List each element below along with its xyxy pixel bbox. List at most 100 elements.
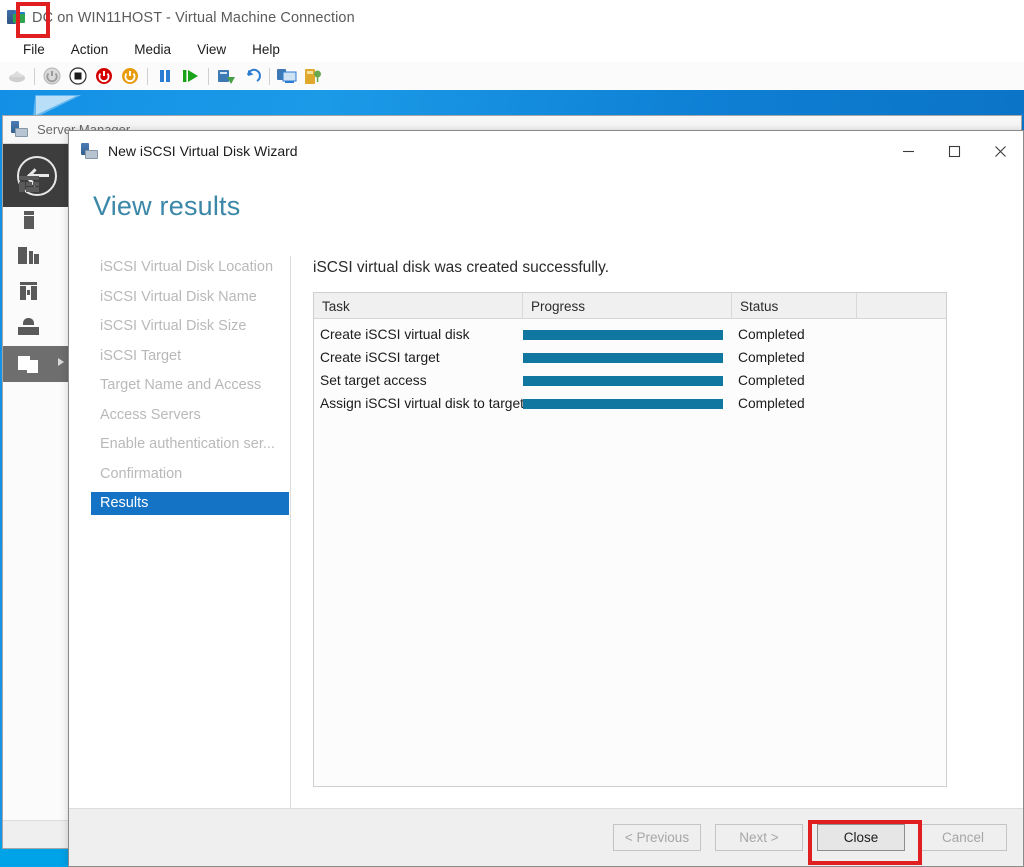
pause-icon[interactable] — [152, 64, 178, 88]
cell-task: Create iSCSI virtual disk — [320, 327, 470, 342]
menu-item-action[interactable]: Action — [58, 40, 122, 59]
ctrl-alt-delete-icon[interactable] — [4, 64, 30, 88]
vm-titlebar: DC on WIN11HOST - Virtual Machine Connec… — [0, 0, 1024, 36]
sidebar-item-file-and-storage-services[interactable] — [3, 346, 71, 382]
wizard-window-controls — [885, 131, 1023, 171]
wizard-step-iscsi-virtual-disk-location[interactable]: iSCSI Virtual Disk Location — [91, 256, 289, 279]
virtual-machine-connection-window: DC on WIN11HOST - Virtual Machine Connec… — [0, 0, 1024, 867]
resume-icon[interactable] — [178, 64, 204, 88]
results-table: Task Progress Status Create iSCSI virtua… — [313, 292, 947, 787]
ad-ds-icon — [18, 282, 40, 302]
dashboard-icon — [18, 174, 40, 194]
wizard-titlebar: New iSCSI Virtual Disk Wizard — [69, 131, 1023, 171]
toolbar-separator — [147, 67, 148, 85]
all-servers-icon — [18, 246, 40, 266]
sidebar-item-ad-ds[interactable] — [3, 274, 71, 310]
wizard-main-pane: iSCSI virtual disk was created successfu… — [313, 259, 1011, 787]
progress-bar-fill — [523, 398, 723, 409]
wallpaper-shape-highlight — [36, 96, 76, 115]
progress-bar-track — [523, 398, 723, 409]
column-header-empty[interactable] — [857, 293, 946, 319]
wizard-step-iscsi-virtual-disk-size[interactable]: iSCSI Virtual Disk Size — [91, 315, 289, 338]
cell-status: Completed — [738, 327, 805, 342]
wizard-step-access-servers[interactable]: Access Servers — [91, 404, 289, 427]
table-row[interactable]: Set target access Completed — [314, 369, 946, 392]
cell-progress — [523, 323, 732, 346]
menu-item-view[interactable]: View — [184, 40, 239, 59]
checkpoint-icon[interactable] — [213, 64, 239, 88]
menu-item-file[interactable]: File — [10, 40, 58, 59]
enhanced-session-icon[interactable] — [274, 64, 300, 88]
table-row[interactable]: Create iSCSI target Completed — [314, 346, 946, 369]
wizard-footer: < Previous Next > Close Cancel — [69, 808, 1023, 866]
start-icon[interactable] — [117, 64, 143, 88]
table-row[interactable]: Assign iSCSI virtual disk to target Comp… — [314, 392, 946, 415]
vm-menubar: File Action Media View Help — [0, 36, 1024, 62]
cell-status: Completed — [738, 373, 805, 388]
vm-title-text: DC on WIN11HOST - Virtual Machine Connec… — [32, 10, 355, 26]
settings-icon[interactable] — [300, 64, 326, 88]
column-header-status[interactable]: Status — [732, 293, 857, 319]
cell-status: Completed — [738, 396, 805, 411]
progress-bar-track — [523, 352, 723, 363]
progress-bar-fill — [523, 375, 723, 386]
previous-button[interactable]: < Previous — [613, 824, 701, 851]
cell-progress — [523, 392, 732, 415]
cell-progress — [523, 369, 732, 392]
minimize-icon[interactable] — [885, 131, 931, 171]
local-server-icon — [18, 210, 40, 230]
wizard-step-results[interactable]: Results — [91, 492, 289, 515]
sidebar-item-dashboard[interactable] — [3, 166, 71, 202]
sidebar-item-local-server[interactable] — [3, 202, 71, 238]
menu-item-help[interactable]: Help — [239, 40, 293, 59]
virtual-machine-icon — [6, 9, 26, 27]
power-off-icon[interactable] — [39, 64, 65, 88]
page-title: View results — [93, 191, 241, 221]
column-header-progress[interactable]: Progress — [523, 293, 732, 319]
table-row[interactable]: Create iSCSI virtual disk Completed — [314, 323, 946, 346]
next-button[interactable]: Next > — [715, 824, 803, 851]
vm-toolbar — [0, 62, 1024, 90]
wizard-step-confirmation[interactable]: Confirmation — [91, 463, 289, 486]
close-button-wrapper: Close — [803, 824, 905, 851]
cell-status: Completed — [738, 350, 805, 365]
cell-progress — [523, 346, 732, 369]
revert-icon[interactable] — [239, 64, 265, 88]
sidebar-item-all-servers[interactable] — [3, 238, 71, 274]
progress-bar-fill — [523, 329, 723, 340]
close-button[interactable]: Close — [817, 824, 905, 851]
toolbar-separator — [208, 67, 209, 85]
results-table-header: Task Progress Status — [314, 293, 946, 319]
chevron-right-icon — [58, 358, 64, 366]
cell-task: Assign iSCSI virtual disk to target — [320, 396, 523, 411]
file-and-storage-services-icon — [18, 354, 40, 374]
shut-down-icon[interactable] — [65, 64, 91, 88]
sidebar-item-dns[interactable] — [3, 310, 71, 346]
wizard-step-target-name-and-access[interactable]: Target Name and Access — [91, 374, 289, 397]
iscsi-wizard-icon — [81, 142, 99, 160]
wizard-title-text: New iSCSI Virtual Disk Wizard — [108, 143, 298, 159]
wizard-step-iscsi-virtual-disk-name[interactable]: iSCSI Virtual Disk Name — [91, 286, 289, 309]
server-manager-icon — [11, 121, 29, 138]
close-icon[interactable] — [977, 131, 1023, 171]
progress-bar-track — [523, 329, 723, 340]
toolbar-separator — [269, 67, 270, 85]
toolbar-separator — [34, 67, 35, 85]
wizard-step-enable-authentication[interactable]: Enable authentication ser... — [91, 433, 289, 456]
cancel-button[interactable]: Cancel — [919, 824, 1007, 851]
maximize-icon[interactable] — [931, 131, 977, 171]
server-manager-nav-rail — [3, 144, 71, 848]
column-header-task[interactable]: Task — [314, 293, 523, 319]
progress-bar-fill — [523, 352, 723, 363]
cell-task: Create iSCSI target — [320, 350, 440, 365]
dns-icon — [18, 318, 40, 338]
wizard-step-iscsi-target[interactable]: iSCSI Target — [91, 345, 289, 368]
new-iscsi-virtual-disk-wizard-dialog: New iSCSI Virtual Disk Wizard View resul… — [68, 130, 1024, 867]
wizard-body: iSCSI Virtual Disk Location iSCSI Virtua… — [69, 241, 1023, 866]
menu-item-media[interactable]: Media — [121, 40, 184, 59]
wizard-steps-nav: iSCSI Virtual Disk Location iSCSI Virtua… — [91, 256, 291, 866]
turn-off-icon[interactable] — [91, 64, 117, 88]
cell-task: Set target access — [320, 373, 427, 388]
progress-bar-track — [523, 375, 723, 386]
result-message: iSCSI virtual disk was created successfu… — [313, 259, 610, 276]
